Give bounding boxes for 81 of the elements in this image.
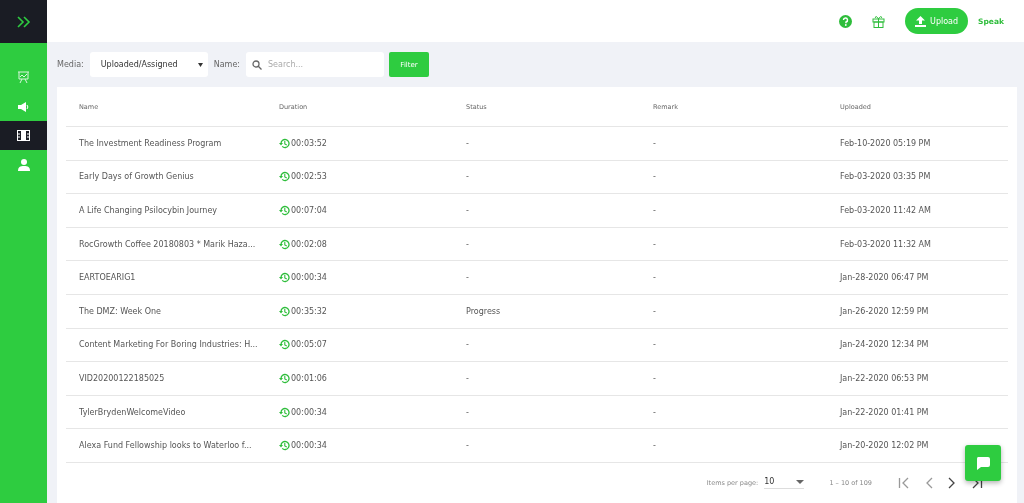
table-cell-text: - bbox=[652, 239, 657, 249]
media-select[interactable]: Uploaded/Assigned bbox=[89, 52, 208, 78]
table-cell-text: Jan-20-2020 12:02 PM bbox=[838, 441, 930, 451]
table-cell-text: - bbox=[652, 273, 657, 283]
table-cell-text: - bbox=[652, 441, 657, 451]
table-cell-text: VID20200122185025 bbox=[78, 374, 166, 383]
caret-icon bbox=[796, 479, 805, 484]
history-icon bbox=[279, 272, 290, 284]
table-cell-text: Feb-10-2020 05:19 PM bbox=[839, 138, 932, 148]
chat-icon bbox=[976, 456, 990, 470]
table-cell-text: - bbox=[652, 172, 657, 182]
table-cell: 00:02:08 bbox=[291, 239, 327, 249]
table-cell-text: Alexa Fund Fellowship looks to Waterloo f... bbox=[78, 441, 253, 451]
caret-icon bbox=[197, 62, 203, 67]
table-cell-text: - bbox=[465, 273, 470, 283]
chevrons-icon bbox=[16, 15, 31, 28]
table-cell-text: Feb-03-2020 11:42 AM bbox=[839, 206, 932, 216]
search-icon bbox=[252, 59, 263, 70]
table-cell-text: - bbox=[465, 407, 470, 417]
table-cell-text: TylerBrydenWelcomeVideo bbox=[78, 407, 187, 417]
table-cell-text: - bbox=[465, 441, 470, 451]
history-icon bbox=[279, 406, 290, 418]
previous-page-icon[interactable] bbox=[925, 477, 933, 489]
table-cell: 00:07:04 bbox=[291, 206, 327, 216]
next-page-icon[interactable] bbox=[948, 477, 956, 489]
presentation-icon bbox=[17, 71, 30, 84]
table-cell: 00:00:34 bbox=[291, 273, 327, 283]
history-icon bbox=[279, 171, 290, 183]
table-cell: 00:35:32 bbox=[291, 306, 327, 316]
history-icon bbox=[279, 339, 290, 351]
table-cell-text: - bbox=[465, 206, 470, 216]
first-page-icon[interactable] bbox=[898, 477, 910, 489]
upload-icon bbox=[915, 15, 927, 27]
media-label: Media: bbox=[57, 60, 84, 70]
table-cell-text: - bbox=[465, 172, 470, 182]
table-cell-text: - bbox=[652, 374, 657, 383]
table-cell-text: Feb-03-2020 03:35 PM bbox=[839, 172, 932, 182]
history-icon bbox=[279, 137, 290, 149]
table-cell-text: Feb-03-2020 11:32 AM bbox=[839, 239, 932, 249]
table-cell-text: EARTOEARIG1 bbox=[78, 273, 137, 283]
table-cell-text: Jan-26-2020 12:59 PM bbox=[838, 306, 930, 316]
user-icon bbox=[17, 158, 30, 171]
table-cell: 00:02:53 bbox=[291, 172, 327, 182]
table-cell-text: Early Days of Growth Genius bbox=[78, 172, 195, 182]
table-cell-text: - bbox=[465, 374, 470, 383]
history-icon bbox=[279, 205, 290, 217]
history-icon bbox=[279, 305, 290, 317]
table-cell-text: Jan-24-2020 12:34 PM bbox=[838, 340, 930, 350]
table-cell-text: - bbox=[465, 239, 470, 249]
table-cell: 00:01:06 bbox=[291, 374, 327, 383]
table-cell-text: - bbox=[652, 306, 657, 316]
table-cell-text: Progress bbox=[465, 306, 502, 316]
table-cell-text: - bbox=[652, 138, 657, 148]
history-icon bbox=[279, 440, 290, 452]
film-icon bbox=[17, 130, 30, 141]
table-cell-text: Jan-22-2020 01:41 PM bbox=[838, 407, 930, 417]
name-label: Name: bbox=[213, 60, 241, 70]
gift-icon[interactable] bbox=[872, 14, 886, 28]
help-icon[interactable] bbox=[839, 14, 853, 28]
table-cell-text: - bbox=[652, 206, 657, 216]
table-cell: 00:00:34 bbox=[291, 441, 327, 451]
page-size-select[interactable]: 10 bbox=[764, 477, 805, 489]
table-cell-text: Jan-28-2020 06:47 PM bbox=[838, 273, 930, 283]
history-icon bbox=[279, 238, 290, 250]
table-cell: 00:00:34 bbox=[291, 407, 327, 417]
table-cell-text: RocGrowth Coffee 20180803 * Marik Haza... bbox=[78, 239, 257, 249]
table-cell-text: - bbox=[465, 340, 470, 350]
table-cell-text: - bbox=[652, 340, 657, 350]
table-cell-text: - bbox=[465, 138, 470, 148]
table-cell-text: Content Marketing For Boring Industries: H... bbox=[78, 340, 259, 350]
table-cell: 00:03:52 bbox=[291, 138, 327, 148]
sidebar-item[interactable] bbox=[0, 121, 47, 150]
table-cell: 00:05:07 bbox=[291, 340, 327, 350]
table-cell-text: The DMZ: Week One bbox=[78, 306, 162, 316]
speaker-icon bbox=[17, 100, 30, 113]
search-field[interactable]: Search... bbox=[246, 52, 385, 78]
table-cell-text: A Life Changing Psilocybin Journey bbox=[78, 206, 219, 216]
table-cell-text: The Investment Readiness Program bbox=[78, 138, 223, 148]
table-cell-text: Jan-22-2020 06:53 PM bbox=[838, 374, 930, 383]
history-icon bbox=[279, 373, 290, 384]
table-cell-text: - bbox=[652, 407, 657, 417]
